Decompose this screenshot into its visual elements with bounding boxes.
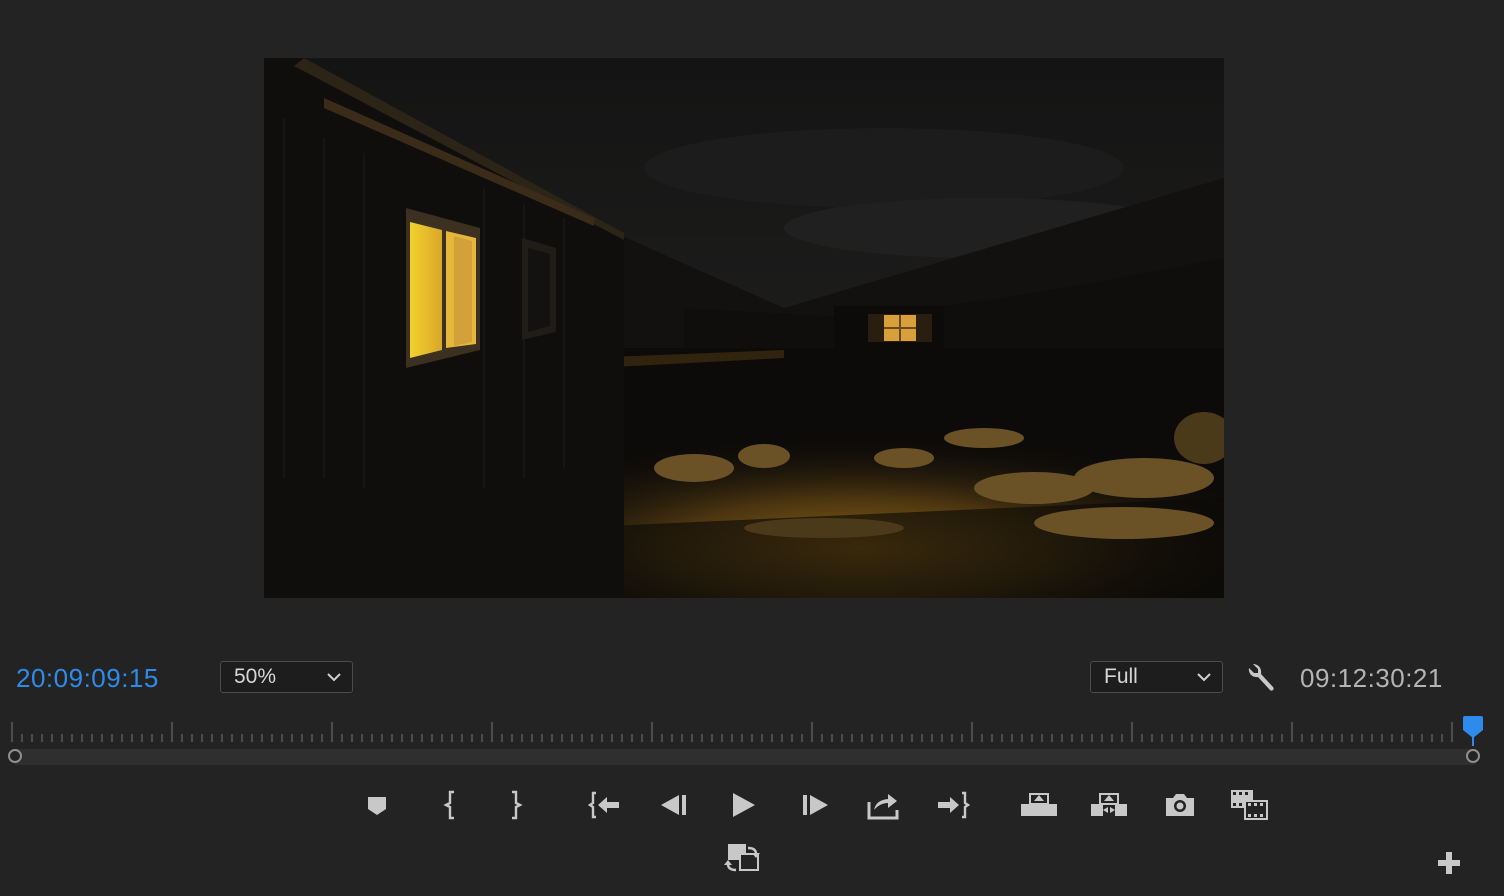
zoom-level-value: 50% <box>234 665 277 688</box>
compare-view-icon <box>1231 790 1268 820</box>
loop-playback-button[interactable] <box>724 840 762 876</box>
duration-timecode: 09:12:30:21 <box>1300 663 1443 693</box>
mark-out-button[interactable] <box>496 788 534 822</box>
loop-icon <box>724 844 760 872</box>
mark-in-icon <box>443 790 454 820</box>
step-forward-button[interactable] <box>796 788 834 822</box>
playback-resolution-select[interactable]: Full <box>1090 661 1223 693</box>
playback-resolution-value: Full <box>1104 665 1138 688</box>
scrub-bar[interactable] <box>14 749 1476 765</box>
add-marker-button[interactable] <box>358 788 396 822</box>
current-timecode[interactable]: 20:09:09:15 <box>16 662 159 694</box>
chevron-down-icon <box>327 673 341 682</box>
export-frame-button[interactable] <box>864 788 902 822</box>
extract-button[interactable] <box>1090 788 1128 822</box>
mark-in-button[interactable] <box>432 788 470 822</box>
step-forward-icon <box>803 795 828 815</box>
extract-icon <box>1091 793 1127 816</box>
lift-icon <box>1021 793 1057 816</box>
video-preview[interactable] <box>264 58 1224 598</box>
program-monitor: 20:09:09:15 50% Full 09:12:30:21 <box>0 0 1504 896</box>
video-frame-image <box>264 58 1224 598</box>
chevron-down-icon <box>1197 673 1211 682</box>
go-to-out-share-icon <box>867 794 899 820</box>
time-ruler[interactable] <box>10 718 1470 746</box>
play-button[interactable] <box>724 788 762 822</box>
mark-out-icon <box>512 790 523 820</box>
plus-icon <box>1438 852 1460 874</box>
go-to-in-icon <box>587 791 619 819</box>
step-back-button[interactable] <box>655 788 693 822</box>
camera-icon <box>1166 794 1194 816</box>
wrench-icon <box>1248 664 1274 691</box>
export-frame-snapshot-button[interactable] <box>1161 788 1199 822</box>
playhead[interactable] <box>1462 716 1484 746</box>
lift-button[interactable] <box>1020 788 1058 822</box>
zoom-level-select[interactable]: 50% <box>220 661 353 693</box>
comparison-view-button[interactable] <box>1230 788 1268 822</box>
step-back-icon <box>661 795 686 815</box>
scrub-bar-end-handle[interactable] <box>1466 749 1480 763</box>
play-icon <box>733 793 755 817</box>
scrub-bar-start-handle[interactable] <box>8 749 22 763</box>
settings-button[interactable] <box>1246 661 1278 693</box>
go-to-out-button[interactable] <box>934 788 972 822</box>
go-to-in-button[interactable] <box>586 788 624 822</box>
button-editor-add-button[interactable] <box>1436 850 1462 876</box>
marker-icon <box>368 797 386 815</box>
go-to-out-icon <box>938 791 971 819</box>
